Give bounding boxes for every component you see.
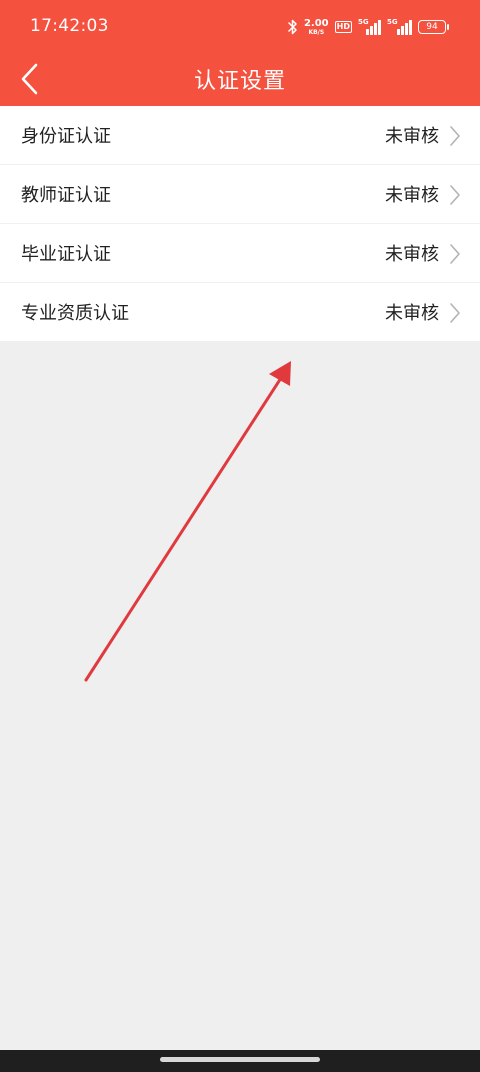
status-bar: 17:42:03 2.00 KB/S HD 5G 5G 94: [0, 0, 480, 52]
list-item-diploma[interactable]: 毕业证认证 未审核: [0, 224, 480, 283]
list-item-label: 专业资质认证: [21, 303, 129, 324]
list-item-status: 未审核: [385, 126, 439, 147]
annotation-arrow-shaft: [84, 376, 283, 682]
list-item-id-card[interactable]: 身份证认证 未审核: [0, 106, 480, 165]
verification-list: 身份证认证 未审核 教师证认证 未审核 毕业证认证 未审核 专业资质认证 未审核: [0, 106, 480, 341]
nav-bar: 认证设置: [0, 52, 480, 106]
network-speed-value: 2.00: [303, 17, 329, 29]
signal-icon-sim1: 5G: [358, 17, 381, 35]
page-title: 认证设置: [193, 69, 286, 94]
list-item-status: 未审核: [385, 303, 439, 324]
status-time: 17:42:03: [30, 16, 109, 36]
list-item-label: 毕业证认证: [21, 244, 111, 265]
list-item-label: 教师证认证: [21, 185, 111, 206]
signal-sim2-tag: 5G: [387, 17, 398, 26]
list-item-status: 未审核: [385, 244, 439, 265]
chevron-right-icon: [450, 185, 460, 205]
chevron-right-icon: [450, 244, 460, 264]
home-indicator[interactable]: [160, 1057, 320, 1062]
hd-badge: HD: [334, 21, 352, 33]
list-item-teacher-cert[interactable]: 教师证认证 未审核: [0, 165, 480, 224]
network-speed: 2.00 KB/S: [303, 17, 329, 36]
battery-icon: 94: [418, 20, 449, 34]
list-item-professional-qualification[interactable]: 专业资质认证 未审核: [0, 283, 480, 341]
status-icons: 2.00 KB/S HD 5G 5G 94: [288, 14, 449, 40]
network-speed-unit: KB/S: [308, 28, 325, 36]
chevron-right-icon: [450, 126, 460, 146]
annotation-arrow-head: [269, 361, 291, 386]
list-item-status: 未审核: [385, 185, 439, 206]
system-navigation-bar: [0, 1050, 480, 1072]
signal-sim1-tag: 5G: [358, 17, 369, 26]
chevron-right-icon: [450, 303, 460, 323]
list-item-label: 身份证认证: [21, 126, 111, 147]
signal-icon-sim2: 5G: [387, 17, 412, 35]
bluetooth-icon: [288, 19, 298, 35]
